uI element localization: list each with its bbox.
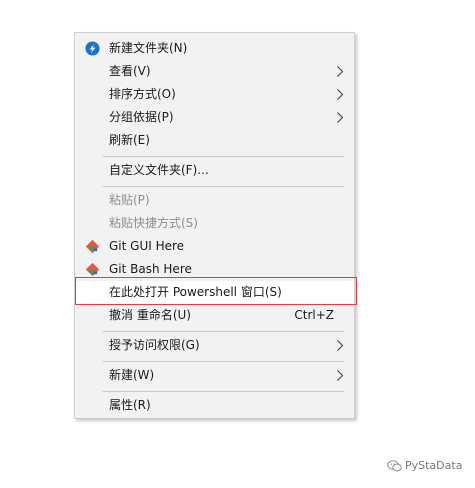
menu-separator — [103, 156, 344, 157]
menu-item-label: 属性(R) — [109, 398, 151, 412]
menu-item-open-powershell[interactable]: 在此处打开 Powershell 窗口(S) — [75, 281, 354, 304]
menu-item-customize-folder[interactable]: 自定义文件夹(F)... — [75, 159, 354, 182]
menu-item-refresh[interactable]: 刷新(E) — [75, 129, 354, 152]
new-folder-icon — [85, 41, 100, 56]
menu-separator — [103, 391, 344, 392]
chevron-right-icon — [337, 370, 344, 381]
menu-item-label: 粘贴快捷方式(S) — [109, 216, 198, 230]
menu-item-label: 新建文件夹(N) — [109, 41, 188, 55]
git-icon — [85, 262, 100, 277]
menu-item-label: 刷新(E) — [109, 133, 150, 147]
menu-item-label: 撤消 重命名(U) — [109, 308, 191, 322]
menu-item-new[interactable]: 新建(W) — [75, 364, 354, 387]
menu-item-label: 在此处打开 Powershell 窗口(S) — [109, 285, 282, 299]
context-menu: 新建文件夹(N) 查看(V) 排序方式(O) 分组依据(P) 刷新(E) 自定义… — [74, 32, 355, 419]
menu-item-label: 排序方式(O) — [109, 87, 176, 101]
menu-item-undo-rename[interactable]: 撤消 重命名(U) Ctrl+Z — [75, 304, 354, 327]
menu-item-label: 授予访问权限(G) — [109, 338, 200, 352]
menu-item-give-access[interactable]: 授予访问权限(G) — [75, 334, 354, 357]
menu-separator — [103, 331, 344, 332]
menu-item-git-bash[interactable]: Git Bash Here — [75, 258, 354, 281]
menu-item-label: Git GUI Here — [109, 239, 185, 253]
menu-item-new-folder[interactable]: 新建文件夹(N) — [75, 37, 354, 60]
watermark-text: PyStaData — [405, 459, 463, 472]
menu-item-sort-by[interactable]: 排序方式(O) — [75, 83, 354, 106]
menu-item-properties[interactable]: 属性(R) — [75, 394, 354, 417]
menu-item-label: 粘贴(P) — [109, 193, 150, 207]
menu-item-paste[interactable]: 粘贴(P) — [75, 189, 354, 212]
chevron-right-icon — [337, 112, 344, 123]
menu-item-label: Git Bash Here — [109, 262, 192, 276]
watermark: PyStaData — [387, 459, 462, 475]
menu-item-view[interactable]: 查看(V) — [75, 60, 354, 83]
menu-item-group-by[interactable]: 分组依据(P) — [75, 106, 354, 129]
menu-item-git-gui[interactable]: Git GUI Here — [75, 235, 354, 258]
menu-item-label: 自定义文件夹(F)... — [109, 163, 209, 177]
chevron-right-icon — [337, 66, 344, 77]
git-icon — [85, 239, 100, 254]
menu-item-paste-shortcut[interactable]: 粘贴快捷方式(S) — [75, 212, 354, 235]
menu-item-shortcut: Ctrl+Z — [294, 308, 334, 322]
menu-item-label: 查看(V) — [109, 64, 151, 78]
menu-separator — [103, 361, 344, 362]
chevron-right-icon — [337, 340, 344, 351]
menu-item-label: 分组依据(P) — [109, 110, 174, 124]
wechat-icon — [387, 460, 402, 472]
menu-separator — [103, 186, 344, 187]
chevron-right-icon — [337, 89, 344, 100]
menu-item-label: 新建(W) — [109, 368, 155, 382]
